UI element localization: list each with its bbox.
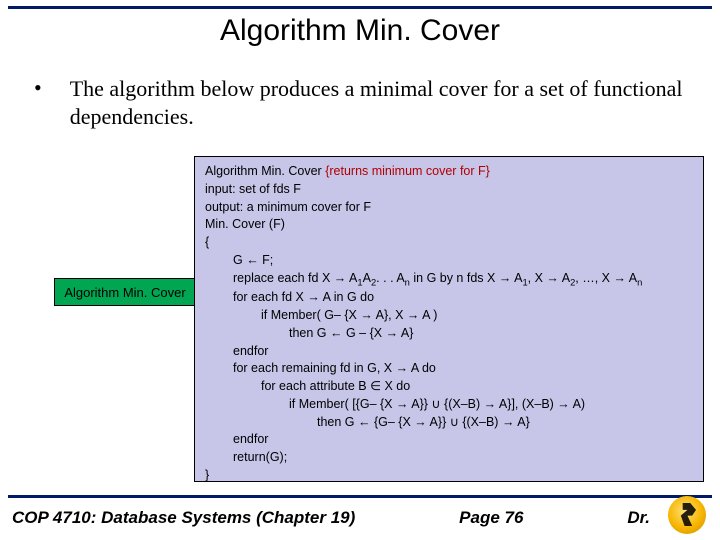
algo-line: } (205, 467, 693, 485)
bullet-row: • The algorithm below produces a minimal… (34, 75, 690, 130)
algo-line: { (205, 234, 693, 252)
bottom-rule (8, 495, 712, 498)
algo-line: then G ← G – {X → A} (205, 325, 693, 343)
algo-line: Algorithm Min. Cover {returns minimum co… (205, 163, 693, 181)
bullet-text: The algorithm below produces a minimal c… (70, 75, 690, 130)
algorithm-box: Algorithm Min. Cover {returns minimum co… (194, 156, 704, 482)
algo-line: G ← F; (205, 252, 693, 270)
algo-line: for each remaining fd in G, X → A do (205, 360, 693, 378)
algo-name: Algorithm Min. Cover (205, 164, 325, 178)
algo-line: endfor (205, 343, 693, 361)
slide: Algorithm Min. Cover • The algorithm bel… (0, 0, 720, 540)
footer-page: Page 76 (459, 508, 523, 528)
bullet-marker: • (34, 75, 42, 101)
algo-line: return(G); (205, 449, 693, 467)
algo-line: for each fd X → A in G do (205, 289, 693, 307)
algo-line: output: a minimum cover for F (205, 199, 693, 217)
slide-title: Algorithm Min. Cover (0, 14, 720, 48)
top-rule (8, 6, 712, 9)
algo-line: endfor (205, 431, 693, 449)
ucf-logo-icon (668, 496, 706, 534)
algo-line: replace each fd X → A1A2. . . An in G by… (205, 270, 693, 290)
algo-comment: {returns minimum cover for F} (325, 164, 490, 178)
algorithm-label: Algorithm Min. Cover (54, 278, 196, 306)
footer: COP 4710: Database Systems (Chapter 19) … (12, 508, 650, 528)
algo-line: if Member( G– {X → A}, X → A ) (205, 307, 693, 325)
footer-author: Dr. (627, 508, 650, 528)
footer-course: COP 4710: Database Systems (Chapter 19) (12, 508, 355, 528)
algo-line: for each attribute B ∈ X do (205, 378, 693, 396)
algo-line: input: set of fds F (205, 181, 693, 199)
algo-line: if Member( [{G– {X → A}} ∪ {(X–B) → A}],… (205, 396, 693, 414)
algo-line: then G ← {G– {X → A}} ∪ {(X–B) → A} (205, 414, 693, 432)
algo-line: Min. Cover (F) (205, 216, 693, 234)
